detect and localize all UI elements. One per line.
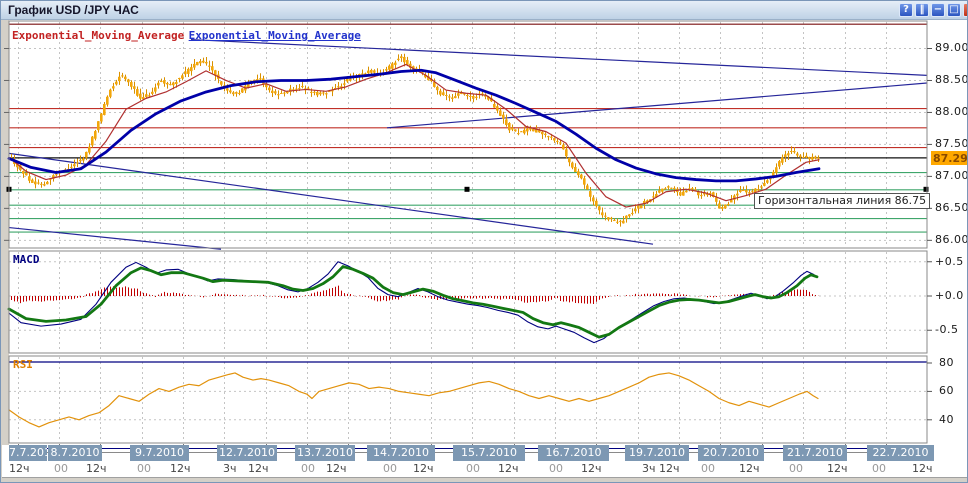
- time-tick-label: 12ч: [326, 462, 347, 475]
- hline-handle-right[interactable]: [924, 187, 929, 192]
- date-tick-box: 8.7.2010: [48, 445, 102, 461]
- rsi-tick-label: 60: [939, 384, 954, 397]
- price-tick-label: 89.00: [935, 41, 968, 54]
- help-button[interactable]: ?: [899, 3, 913, 17]
- date-tick-box: 20.7.2010: [698, 445, 764, 461]
- title-bar[interactable]: График USD /JPY ЧАС ?‖−□✕: [1, 1, 968, 20]
- price-tick-label: 86.00: [935, 233, 968, 246]
- ema-red-label[interactable]: Exponential_Moving_Average: [12, 29, 184, 42]
- minimize-button[interactable]: −: [931, 3, 945, 17]
- date-tick-box: 16.7.2010: [538, 445, 609, 461]
- date-tick-box: 7.7.2010: [9, 445, 47, 461]
- time-tick-label: 12ч: [9, 462, 30, 475]
- time-tick-label: 12ч: [413, 462, 434, 475]
- last-price-tag: 87.29: [931, 151, 967, 165]
- date-tick-box: 21.7.2010: [783, 445, 847, 461]
- time-tick-label: 12ч: [248, 462, 269, 475]
- date-tick-box: 15.7.2010: [453, 445, 525, 461]
- maximize-button[interactable]: □: [947, 3, 961, 17]
- close-button[interactable]: ✕: [963, 3, 968, 17]
- macd-panel-label[interactable]: MACD: [13, 253, 40, 266]
- indicator-legend: Exponential_Moving_Average Exponential_M…: [12, 26, 361, 44]
- macd-tick-label: -0.5: [935, 323, 958, 336]
- rsi-tick-label: 80: [939, 356, 954, 369]
- ema-blue-label[interactable]: Exponential_Moving_Average: [189, 29, 361, 42]
- window-title: График USD /JPY ЧАС: [8, 3, 139, 17]
- date-tick-box: 19.7.2010: [625, 445, 689, 461]
- price-tick-label: 87.00: [935, 169, 968, 182]
- chart-canvas[interactable]: [1, 1, 968, 483]
- time-tick-label: 3ч: [642, 462, 656, 475]
- pause-button[interactable]: ‖: [915, 3, 929, 17]
- time-tick-label: 00: [466, 462, 480, 475]
- time-tick-label: 12ч: [581, 462, 602, 475]
- macd-tick-label: +0.5: [935, 255, 964, 268]
- rsi-tick-label: 40: [939, 413, 954, 426]
- time-tick-label: 12ч: [86, 462, 107, 475]
- price-tick-label: 87.50: [935, 137, 968, 150]
- time-tick-label: 12ч: [827, 462, 848, 475]
- time-tick-label: 00: [301, 462, 315, 475]
- time-tick-label: 00: [872, 462, 886, 475]
- time-tick-label: 12ч: [498, 462, 519, 475]
- hline-tooltip: Горизонтальная линия 86.75: [754, 193, 930, 209]
- time-tick-label: 00: [789, 462, 803, 475]
- time-tick-label: 12ч: [659, 462, 680, 475]
- price-tick-label: 88.50: [935, 73, 968, 86]
- date-tick-box: 9.7.2010: [130, 445, 189, 461]
- time-tick-label: 00: [383, 462, 397, 475]
- time-tick-label: 12ч: [739, 462, 760, 475]
- time-tick-label: 00: [549, 462, 563, 475]
- time-tick-label: 00: [137, 462, 151, 475]
- rsi-panel-label[interactable]: RSI: [13, 358, 33, 371]
- date-tick-box: 14.7.2010: [367, 445, 435, 461]
- price-tick-label: 88.00: [935, 105, 968, 118]
- time-tick-label: 00: [701, 462, 715, 475]
- date-tick-box: 22.7.2010: [867, 445, 934, 461]
- time-tick-label: 00: [54, 462, 68, 475]
- date-tick-box: 13.7.2010: [295, 445, 355, 461]
- date-tick-box: 12.7.2010: [217, 445, 277, 461]
- macd-tick-label: +0.0: [935, 289, 964, 302]
- time-tick-label: 3ч: [223, 462, 237, 475]
- chart-window: График USD /JPY ЧАС ?‖−□✕ Exponential_Mo…: [0, 0, 968, 483]
- time-tick-label: 12ч: [912, 462, 933, 475]
- hline-handle-center[interactable]: [465, 187, 470, 192]
- time-tick-label: 12ч: [170, 462, 191, 475]
- window-buttons: ?‖−□✕: [899, 3, 968, 18]
- price-tick-label: 86.50: [935, 201, 968, 214]
